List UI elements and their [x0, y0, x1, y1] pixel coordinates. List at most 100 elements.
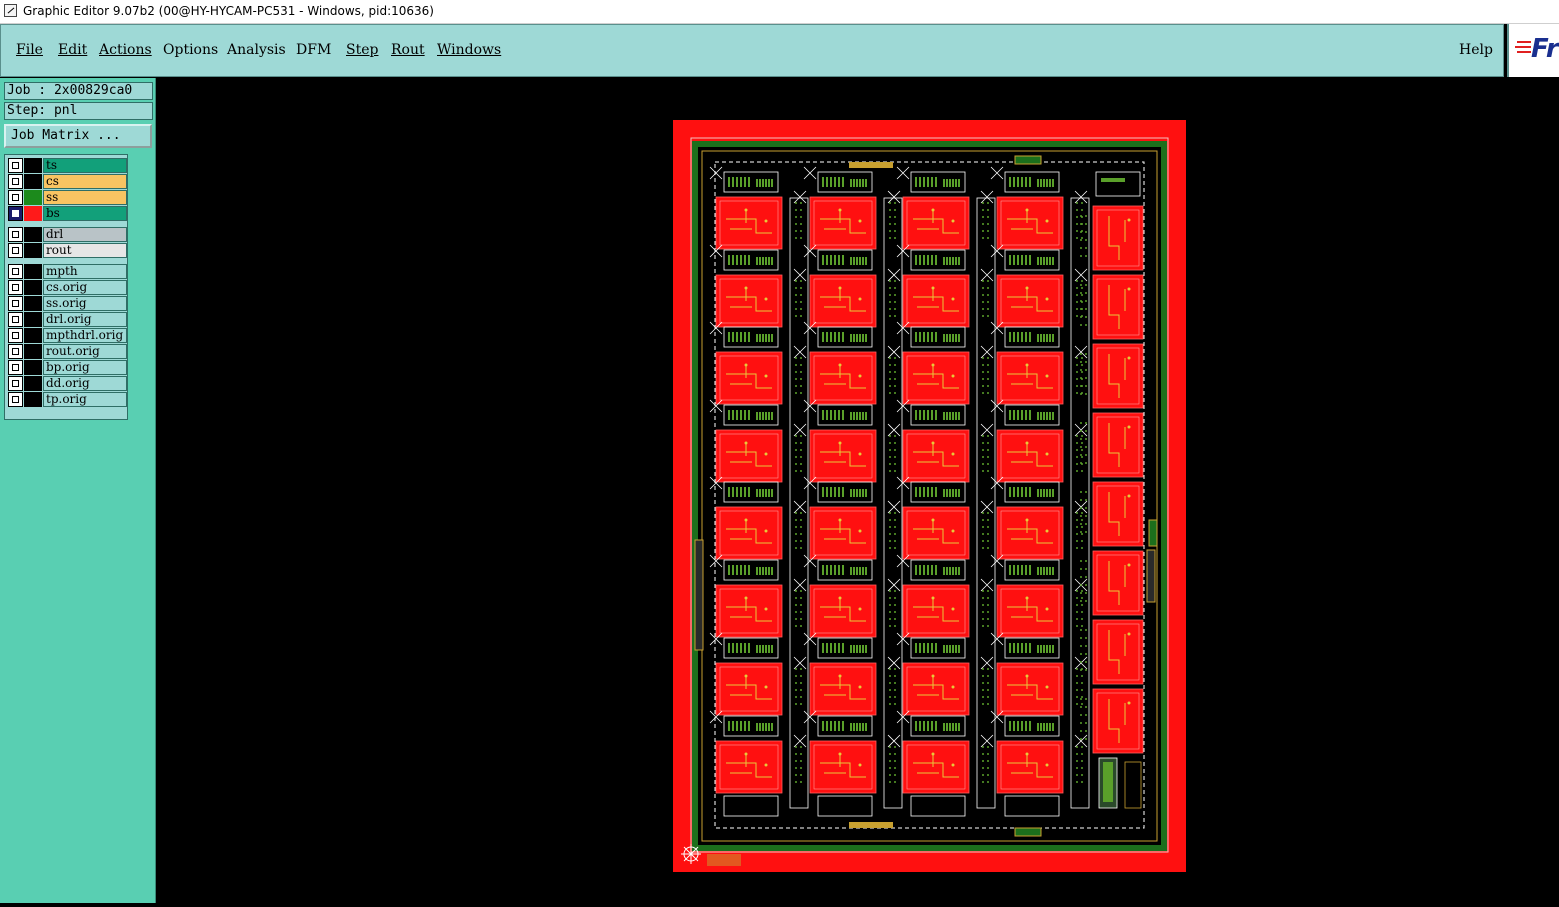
layer-row-rout-orig[interactable]: rout.orig [8, 344, 127, 359]
layer-checkbox[interactable] [8, 227, 23, 242]
strip-dot [982, 533, 984, 535]
graphic-canvas[interactable] [156, 78, 1559, 903]
layer-checkbox[interactable] [8, 264, 23, 279]
layer-name[interactable]: ts [43, 158, 127, 173]
layer-color-swatch[interactable] [24, 328, 42, 343]
layer-row-bs[interactable]: bs [8, 206, 127, 221]
layer-color-swatch[interactable] [24, 360, 42, 375]
via [1025, 518, 1029, 522]
layer-checkbox[interactable] [8, 328, 23, 343]
menu-windows[interactable]: Windows [437, 42, 501, 58]
pad [826, 487, 828, 497]
layer-checkbox[interactable] [8, 344, 23, 359]
board-copper [902, 584, 970, 638]
menu-rout[interactable]: Rout [391, 42, 425, 58]
layer-name[interactable]: bs [43, 206, 127, 221]
layer-name[interactable]: drl [43, 227, 127, 242]
layer-color-swatch[interactable] [24, 392, 42, 407]
layer-row-dd-orig[interactable]: dd.orig [8, 376, 127, 391]
layer-color-swatch[interactable] [24, 227, 42, 242]
layer-name[interactable]: rout.orig [43, 344, 127, 359]
layer-color-swatch[interactable] [24, 206, 42, 221]
pad [834, 487, 836, 497]
layer-name[interactable]: mpth [43, 264, 127, 279]
layer-row-cs[interactable]: cs [8, 174, 127, 189]
pad [927, 177, 929, 187]
layer-name[interactable]: bp.orig [43, 360, 127, 375]
layer-checkbox[interactable] [8, 296, 23, 311]
layer-checkbox[interactable] [8, 376, 23, 391]
menu-step[interactable]: Step [346, 42, 378, 58]
pad [826, 332, 828, 342]
layer-color-swatch[interactable] [24, 296, 42, 311]
layer-color-swatch[interactable] [24, 376, 42, 391]
menu-analysis[interactable]: Analysis [227, 42, 286, 58]
pad [768, 179, 770, 187]
layer-row-ss-orig[interactable]: ss.orig [8, 296, 127, 311]
strip-dot [1080, 629, 1082, 631]
layer-row-rout[interactable]: rout [8, 243, 127, 258]
pad [748, 255, 750, 265]
layer-name[interactable]: cs.orig [43, 280, 127, 295]
layer-row-drl[interactable]: drl [8, 227, 127, 242]
layer-checkbox[interactable] [8, 392, 23, 407]
layer-name[interactable]: ss.orig [43, 296, 127, 311]
strip-dot [894, 781, 896, 783]
layer-row-mpth[interactable]: mpth [8, 264, 127, 279]
layer-row-tp-orig[interactable]: tp.orig [8, 392, 127, 407]
layer-checkbox[interactable] [8, 174, 23, 189]
layer-name[interactable]: drl.orig [43, 312, 127, 327]
layer-color-swatch[interactable] [24, 190, 42, 205]
layer-color-swatch[interactable] [24, 344, 42, 359]
panel-view[interactable] [156, 78, 1559, 903]
strip-dot [800, 618, 802, 620]
menu-file[interactable]: File [16, 42, 43, 58]
layer-checkbox[interactable] [8, 206, 23, 221]
layer-checkbox[interactable] [8, 158, 23, 173]
pad [1046, 179, 1048, 187]
layer-checkbox[interactable] [8, 312, 23, 327]
layer-color-swatch[interactable] [24, 174, 42, 189]
menu-actions[interactable]: Actions [99, 42, 152, 58]
layer-color-swatch[interactable] [24, 264, 42, 279]
layer-checkbox[interactable] [8, 243, 23, 258]
pad [859, 645, 861, 653]
menu-help[interactable]: Help [1459, 42, 1493, 58]
layer-color-swatch[interactable] [24, 243, 42, 258]
menu-options[interactable]: Options [163, 42, 218, 58]
layer-color-swatch[interactable] [24, 312, 42, 327]
via [931, 752, 935, 756]
strip-dot [795, 392, 797, 394]
via [1045, 763, 1049, 767]
strip-dot [889, 216, 891, 218]
pad [1046, 723, 1048, 731]
strip-dot [795, 463, 797, 465]
layer-checkbox[interactable] [8, 280, 23, 295]
strip-dot [894, 456, 896, 458]
layer-row-mpthdrl-orig[interactable]: mpthdrl.orig [8, 328, 127, 343]
pad [1017, 643, 1019, 653]
strip-dot [1080, 446, 1082, 448]
strip-dot [1081, 774, 1083, 776]
layer-name[interactable]: rout [43, 243, 127, 258]
layer-checkbox[interactable] [8, 360, 23, 375]
layer-color-swatch[interactable] [24, 280, 42, 295]
layer-row-cs-orig[interactable]: cs.orig [8, 280, 127, 295]
menu-dfm[interactable]: DFM [296, 42, 331, 58]
menu-edit[interactable]: Edit [58, 42, 87, 58]
layer-name[interactable]: dd.orig [43, 376, 127, 391]
layer-row-drl-orig[interactable]: drl.orig [8, 312, 127, 327]
layer-name[interactable]: mpthdrl.orig [43, 328, 127, 343]
board-copper [809, 662, 877, 716]
pad [955, 567, 957, 575]
pad [838, 721, 840, 731]
layer-name[interactable]: ss [43, 190, 127, 205]
layer-row-ts[interactable]: ts [8, 158, 127, 173]
layer-row-bp-orig[interactable]: bp.orig [8, 360, 127, 375]
layer-name[interactable]: tp.orig [43, 392, 127, 407]
layer-row-ss[interactable]: ss [8, 190, 127, 205]
layer-checkbox[interactable] [8, 190, 23, 205]
job-matrix-button[interactable]: Job Matrix ... [4, 124, 152, 148]
layer-color-swatch[interactable] [24, 158, 42, 173]
layer-name[interactable]: cs [43, 174, 127, 189]
